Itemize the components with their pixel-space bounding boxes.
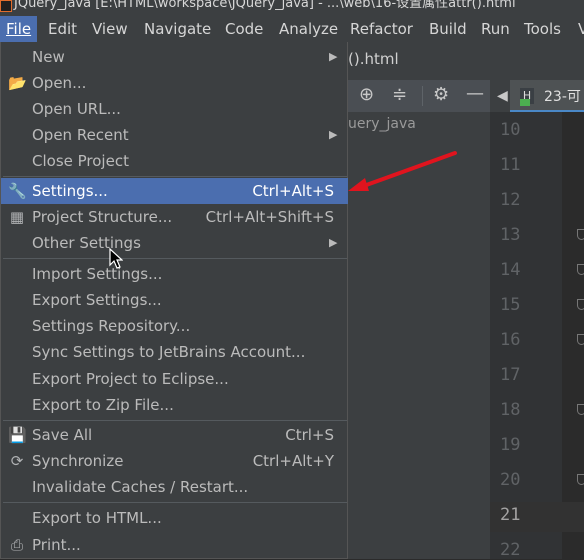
line-number: 10 <box>500 120 521 140</box>
toolbar-separator <box>422 86 423 106</box>
fold-marker-icon[interactable] <box>577 404 584 415</box>
menu-file[interactable]: File <box>0 16 38 42</box>
menu-run[interactable]: Run <box>481 16 510 42</box>
fold-marker-icon[interactable] <box>577 264 584 275</box>
menu-refactor[interactable]: Refactor <box>350 16 413 42</box>
tab-scroll-left-icon[interactable]: ◀ <box>497 86 508 106</box>
minimize-icon[interactable]: — <box>466 84 484 104</box>
menu-analyze[interactable]: Analyze <box>279 16 338 42</box>
submenu-arrow-icon: ▶ <box>329 50 338 63</box>
menu-item-open-recent[interactable]: Open Recent ▶ <box>1 122 348 148</box>
app-icon <box>0 0 12 12</box>
window-title: JQuery_java [E:\HTML\workspace\JQuery_ja… <box>14 0 516 11</box>
menu-item-save-all[interactable]: 💾 Save All Ctrl+S <box>1 422 348 448</box>
menu-item-export-settings[interactable]: Export Settings... <box>1 287 348 313</box>
menu-item-invalidate-caches[interactable]: Invalidate Caches / Restart... <box>1 474 348 500</box>
menu-separator <box>3 420 347 421</box>
shortcut-settings: Ctrl+Alt+S <box>252 182 334 200</box>
menu-separator <box>3 258 347 259</box>
menu-item-print[interactable]: ⎙ Print... <box>1 532 348 558</box>
project-structure-icon: ▦ <box>9 208 25 226</box>
file-tab[interactable]: ().html <box>348 50 399 68</box>
submenu-arrow-icon: ▶ <box>329 128 338 141</box>
fold-marker-icon[interactable] <box>577 474 584 485</box>
menu-item-new[interactable]: New ▶ <box>1 44 348 70</box>
menu-tools[interactable]: Tools <box>524 16 561 42</box>
folder-icon: 📂 <box>8 74 27 92</box>
line-number: 14 <box>500 260 521 280</box>
wrench-icon: 🔧 <box>8 182 27 200</box>
menu-view[interactable]: View <box>92 16 128 42</box>
menu-item-other-settings[interactable]: Other Settings ▶ <box>1 230 348 256</box>
menu-item-export-eclipse[interactable]: Export Project to Eclipse... <box>1 366 348 392</box>
menu-item-close-project[interactable]: Close Project <box>1 148 348 174</box>
line-number: 11 <box>500 155 521 175</box>
line-number: 18 <box>500 400 521 420</box>
menu-item-settings-repository[interactable]: Settings Repository... <box>1 313 348 339</box>
collapse-all-icon[interactable]: ≑ <box>392 85 407 105</box>
line-number: 12 <box>500 190 521 210</box>
fold-marker-icon[interactable] <box>577 299 584 310</box>
shortcut-save-all: Ctrl+S <box>285 426 334 444</box>
file-menu: New ▶ 📂 Open... Open URL... Open Recent ▶ … <box>0 42 348 559</box>
fold-marker-icon[interactable] <box>577 229 584 240</box>
menu-bar: File Edit View Navigate Code Analyze Ref… <box>0 16 584 42</box>
menu-vcs[interactable]: V <box>578 16 584 42</box>
menu-item-synchronize[interactable]: ⟳ Synchronize Ctrl+Alt+Y <box>1 448 348 474</box>
gear-icon[interactable]: ⚙ <box>433 85 449 105</box>
menu-code[interactable]: Code <box>225 16 263 42</box>
shortcut-synchronize: Ctrl+Alt+Y <box>252 452 334 470</box>
locate-icon[interactable]: ⊕ <box>359 85 374 105</box>
line-number: 13 <box>500 225 521 245</box>
menu-item-open[interactable]: 📂 Open... <box>1 70 348 96</box>
menu-separator <box>3 176 347 177</box>
project-root-node[interactable]: uery_java <box>348 116 416 132</box>
line-number: 19 <box>500 435 521 455</box>
line-number: 17 <box>500 365 521 385</box>
line-number: 22 <box>500 540 521 560</box>
line-number: 15 <box>500 295 521 315</box>
menu-separator <box>3 502 347 503</box>
save-icon: 💾 <box>8 426 27 444</box>
menu-navigate[interactable]: Navigate <box>144 16 211 42</box>
sync-icon: ⟳ <box>10 452 24 470</box>
menu-build[interactable]: Build <box>429 16 467 42</box>
menu-item-export-html[interactable]: Export to HTML... <box>1 505 348 531</box>
submenu-arrow-icon: ▶ <box>329 236 338 249</box>
line-number: 20 <box>500 470 521 490</box>
line-number: 16 <box>500 330 521 350</box>
menu-item-sync-settings[interactable]: Sync Settings to JetBrains Account... <box>1 339 348 365</box>
mouse-cursor-icon <box>109 248 123 269</box>
shortcut-project-structure: Ctrl+Alt+Shift+S <box>205 208 334 226</box>
window-title-bar: JQuery_java [E:\HTML\workspace\JQuery_ja… <box>0 0 584 16</box>
annotation-arrow-icon <box>348 151 457 191</box>
editor-tab-label: 23-可 <box>544 89 581 105</box>
menu-item-project-structure[interactable]: ▦ Project Structure... Ctrl+Alt+Shift+S <box>1 204 348 230</box>
line-number: 21 <box>500 505 521 525</box>
menu-item-import-settings[interactable]: Import Settings... <box>1 261 348 287</box>
fold-marker-icon[interactable] <box>577 334 584 345</box>
html-file-icon: H <box>520 88 534 106</box>
menu-item-settings[interactable]: 🔧 Settings... Ctrl+Alt+S <box>1 178 348 204</box>
menu-item-open-url[interactable]: Open URL... <box>1 96 348 122</box>
print-icon: ⎙ <box>10 536 23 554</box>
menu-item-export-zip[interactable]: Export to Zip File... <box>1 392 348 418</box>
menu-edit[interactable]: Edit <box>48 16 77 42</box>
